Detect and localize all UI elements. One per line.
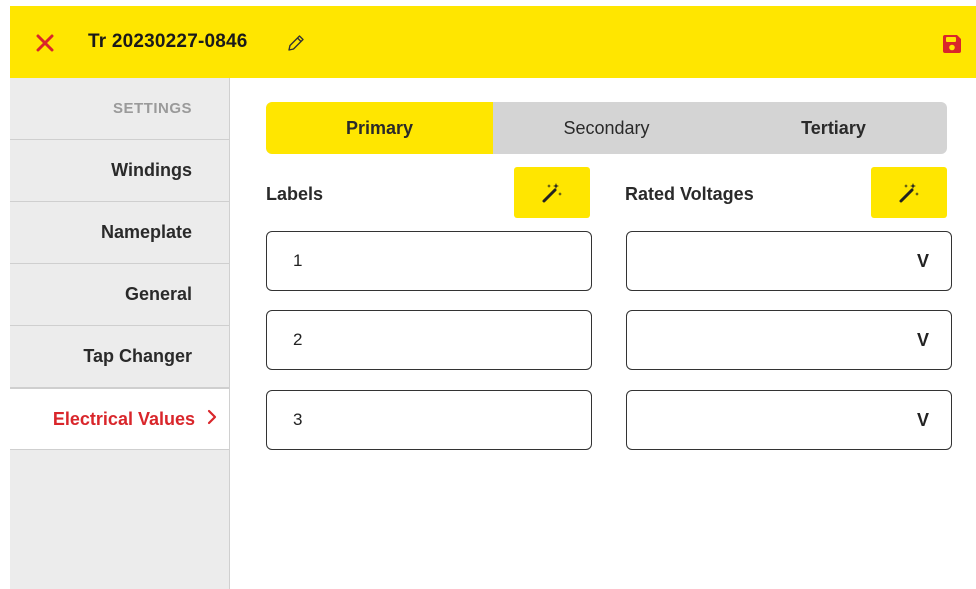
rated-voltage-field-3[interactable]: V: [626, 390, 952, 450]
sidebar-item-label: Nameplate: [100, 222, 192, 242]
record-title: Tr 20230227-0846: [88, 31, 248, 52]
tab-tertiary[interactable]: Tertiary: [720, 102, 947, 154]
rated-voltage-field-2[interactable]: V: [626, 310, 952, 370]
label-field-1[interactable]: 1: [266, 231, 592, 291]
sidebar-item-label: General: [124, 284, 192, 304]
sidebar-item-electrical-values[interactable]: Electrical Values: [10, 388, 229, 450]
labels-heading: Labels: [266, 184, 324, 204]
rated-voltage-field-1[interactable]: V: [626, 231, 952, 291]
voltage-unit: V: [916, 250, 929, 271]
floppy-disk-icon: [943, 35, 961, 53]
tab-primary[interactable]: Primary: [266, 102, 493, 154]
top-bar: Tr 20230227-0846: [10, 6, 976, 78]
voltages-autofill-button[interactable]: [871, 167, 947, 218]
settings-sidebar: SETTINGS Windings Nameplate General Tap …: [10, 78, 230, 589]
close-button[interactable]: [32, 30, 58, 56]
magic-wand-icon: [899, 182, 919, 202]
edit-title-button[interactable]: [283, 30, 309, 56]
sidebar-item-tap-changer[interactable]: Tap Changer: [10, 326, 229, 388]
sidebar-item-general[interactable]: General: [10, 264, 229, 326]
winding-tabs: Primary Secondary Tertiary: [266, 102, 947, 154]
magic-wand-icon: [542, 182, 562, 202]
voltage-unit: V: [916, 409, 929, 430]
chevron-right-icon: [207, 408, 217, 431]
label-field-3[interactable]: 3: [266, 390, 592, 450]
sidebar-item-windings[interactable]: Windings: [10, 140, 229, 202]
sidebar-item-nameplate[interactable]: Nameplate: [10, 202, 229, 264]
label-field-2[interactable]: 2: [266, 310, 592, 370]
tab-secondary[interactable]: Secondary: [493, 102, 720, 154]
label-value: 2: [293, 330, 303, 349]
label-value: 3: [293, 410, 303, 429]
close-icon: [36, 34, 54, 52]
pencil-icon: [288, 35, 304, 51]
rated-voltages-heading: Rated Voltages: [625, 184, 754, 204]
sidebar-header: SETTINGS: [10, 78, 229, 140]
labels-autofill-button[interactable]: [514, 167, 590, 218]
save-button[interactable]: [938, 30, 966, 58]
label-value: 1: [293, 251, 303, 270]
sidebar-item-label: Tap Changer: [83, 346, 192, 366]
sidebar-item-label: Electrical Values: [52, 408, 195, 429]
sidebar-item-label: Windings: [111, 160, 192, 180]
voltage-unit: V: [916, 329, 929, 350]
